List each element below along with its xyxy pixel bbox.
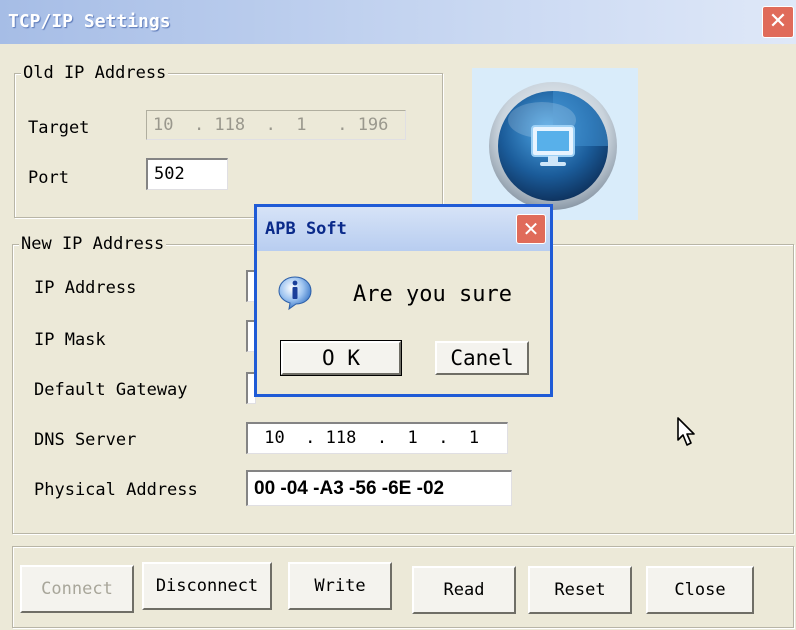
default-gateway-label: Default Gateway [34, 380, 188, 400]
write-button[interactable]: Write [288, 562, 392, 610]
connect-button[interactable]: Connect [20, 565, 134, 613]
ok-button[interactable]: O K [280, 340, 402, 376]
target-ip-field[interactable]: 10 . 118 . 1 . 196 [146, 110, 406, 140]
monitor-globe-logo-icon [472, 68, 638, 220]
physical-address-field[interactable]: 00 -04 -A3 -56 -6E -02 [246, 470, 512, 506]
port-field[interactable]: 502 [146, 158, 228, 190]
dialog-close-icon[interactable]: ✕ [516, 214, 546, 244]
dns-server-label: DNS Server [34, 430, 137, 450]
window-titlebar: TCP/IP Settings ✕ [0, 0, 796, 44]
dialog-title: APB Soft [265, 219, 347, 239]
window-title: TCP/IP Settings [8, 11, 171, 32]
ip-address-label: IP Address [34, 278, 137, 298]
confirm-dialog: APB Soft ✕ Are you sure O K Canel [254, 204, 553, 397]
cancel-button[interactable]: Canel [435, 341, 529, 375]
close-button[interactable]: Close [646, 566, 754, 614]
dns-server-field[interactable]: 10 . 118 . 1 . 1 [246, 422, 508, 454]
read-button[interactable]: Read [412, 566, 516, 614]
info-icon [277, 275, 313, 311]
reset-button[interactable]: Reset [528, 566, 632, 614]
disconnect-button[interactable]: Disconnect [142, 562, 272, 610]
dialog-message: Are you sure [353, 282, 512, 307]
dialog-titlebar: APB Soft ✕ [257, 207, 550, 251]
port-label: Port [28, 168, 69, 188]
ip-mask-label: IP Mask [34, 330, 106, 350]
close-icon[interactable]: ✕ [762, 6, 794, 38]
physical-address-label: Physical Address [34, 480, 198, 500]
old-ip-legend: Old IP Address [21, 63, 169, 83]
new-ip-legend: New IP Address [19, 234, 167, 254]
old-ip-group: Old IP Address [14, 63, 443, 218]
mouse-pointer-icon [676, 416, 698, 453]
target-label: Target [28, 118, 90, 138]
